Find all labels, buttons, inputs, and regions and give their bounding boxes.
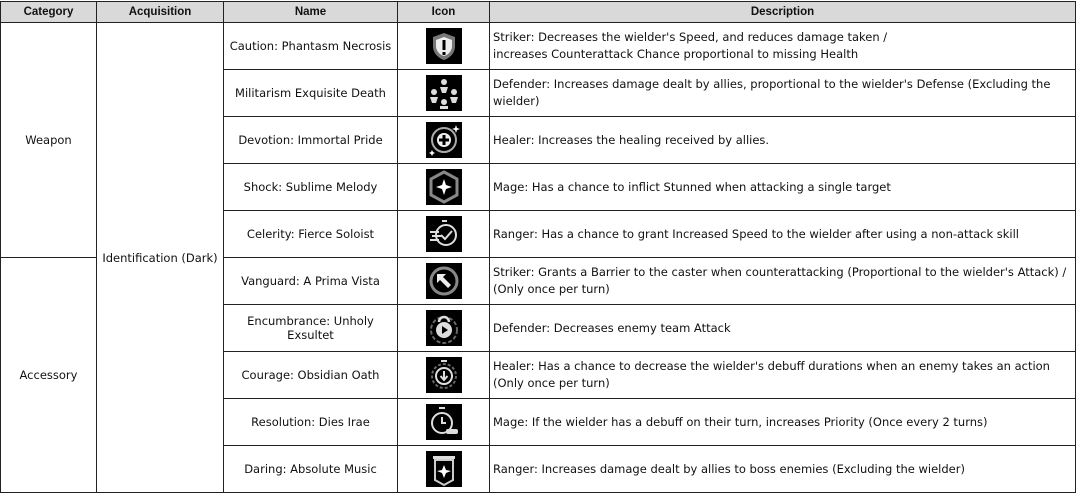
header-category: Category <box>0 1 97 23</box>
icon-cell <box>397 210 490 258</box>
description-line: (Only once per turn) <box>493 282 610 296</box>
name-cell: Shock: Sublime Melody <box>223 163 398 211</box>
name-cell: Vanguard: A Prima Vista <box>223 257 398 305</box>
shield-exclamation-icon <box>425 28 462 64</box>
description-line: increases Counterattack Chance proportio… <box>493 47 859 61</box>
description-line: Ranger: Has a chance to grant Increased … <box>493 226 1019 241</box>
speed-stopwatch-icon <box>425 216 462 252</box>
description-cell: Striker: Decreases the wielder's Speed, … <box>489 22 1076 70</box>
description-line: Mage: If the wielder has a debuff on the… <box>493 414 988 429</box>
name-cell: Daring: Absolute Music <box>223 445 398 493</box>
icon-cell <box>397 351 490 399</box>
description-line: Mage: Has a chance to inflict Stunned wh… <box>493 179 891 194</box>
stun-star-icon <box>425 169 462 205</box>
counter-arrow-icon <box>425 263 462 299</box>
description-cell: Mage: If the wielder has a debuff on the… <box>489 398 1076 446</box>
allies-circle-icon <box>425 75 462 111</box>
icon-cell <box>397 163 490 211</box>
description-cell: Healer: Increases the healing received b… <box>489 116 1076 164</box>
name-cell: Resolution: Dies Irae <box>223 398 398 446</box>
description-cell: Defender: Decreases enemy team Attack <box>489 304 1076 352</box>
stopwatch-down-icon <box>425 357 462 393</box>
healing-cross-icon <box>425 122 462 158</box>
name-cell: Caution: Phantasm Necrosis <box>223 22 398 70</box>
icon-cell <box>397 69 490 117</box>
description-cell: Healer: Has a chance to decrease the wie… <box>489 351 1076 399</box>
description-line: Healer: Increases the healing received b… <box>493 132 770 147</box>
description-cell: Ranger: Increases damage dealt by allies… <box>489 445 1076 493</box>
lock-play-icon <box>425 310 462 346</box>
equipment-table: Category Acquisition Name Icon Descripti… <box>0 1 1076 493</box>
category-cell: Accessory <box>0 257 97 493</box>
icon-cell <box>397 22 490 70</box>
description-cell: Striker: Grants a Barrier to the caster … <box>489 257 1076 305</box>
header-acquisition: Acquisition <box>96 1 224 23</box>
header-description: Description <box>489 1 1076 23</box>
banner-icon <box>425 451 462 487</box>
category-cell: Weapon <box>0 22 97 258</box>
icon-cell <box>397 116 490 164</box>
description-cell: Ranger: Has a chance to grant Increased … <box>489 210 1076 258</box>
header-icon: Icon <box>397 1 490 23</box>
acquisition-cell: Identification (Dark) <box>96 22 224 493</box>
description-line: Defender: Decreases enemy team Attack <box>493 320 731 335</box>
description-line: (Only once per turn) <box>493 376 610 390</box>
description-line: Striker: Decreases the wielder's Speed, … <box>493 30 888 44</box>
name-cell: Militarism Exquisite Death <box>223 69 398 117</box>
icon-cell <box>397 257 490 305</box>
name-cell: Celerity: Fierce Soloist <box>223 210 398 258</box>
description-cell: Mage: Has a chance to inflict Stunned wh… <box>489 163 1076 211</box>
description-cell: Defender: Increases damage dealt by alli… <box>489 69 1076 117</box>
name-cell: Encumbrance: Unholy Exsultet <box>223 304 398 352</box>
header-name: Name <box>223 1 398 23</box>
icon-cell <box>397 398 490 446</box>
stopwatch-priority-icon <box>425 404 462 440</box>
description-line: Defender: Increases damage dealt by alli… <box>493 77 1051 108</box>
icon-cell <box>397 304 490 352</box>
name-cell: Devotion: Immortal Pride <box>223 116 398 164</box>
description-line: Ranger: Increases damage dealt by allies… <box>493 461 965 476</box>
icon-cell <box>397 445 490 493</box>
description-line: Healer: Has a chance to decrease the wie… <box>493 359 1050 373</box>
description-line: Striker: Grants a Barrier to the caster … <box>493 265 1067 279</box>
table-row: Weapon Identification (Dark) Caution: Phan… <box>0 22 1076 493</box>
name-cell: Courage: Obsidian Oath <box>223 351 398 399</box>
header-row: Category Acquisition Name Icon Descripti… <box>0 1 1076 23</box>
